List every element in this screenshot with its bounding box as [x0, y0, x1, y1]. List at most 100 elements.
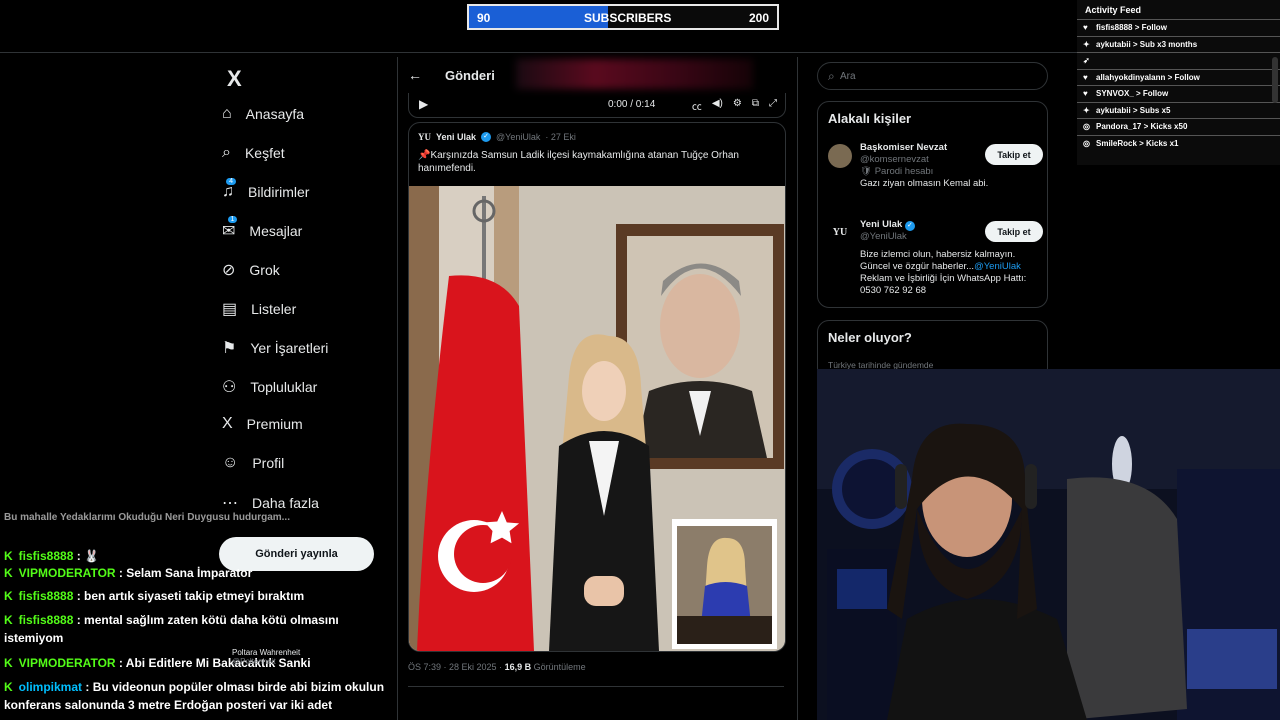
nav-item-label: Grok: [249, 262, 280, 279]
volume-icon[interactable]: ◀): [712, 98, 723, 113]
kick-badge-icon: K: [4, 656, 13, 670]
subscriber-goal: 200: [748, 11, 769, 25]
blurred-video-frame: [516, 59, 753, 89]
heart-icon: ♥: [1083, 23, 1088, 33]
kick-badge-icon: K: [4, 613, 13, 627]
bio-link[interactable]: @YeniUlak: [974, 261, 1021, 272]
chat-separator: :: [73, 613, 85, 627]
nav-item-label: Anasayfa: [245, 106, 305, 122]
rocket-icon: ➶: [1083, 56, 1090, 66]
chat-separator: :: [73, 589, 85, 603]
person-bio-contact: Reklam ve İşbirliği İçin WhatsApp Hattı:…: [860, 273, 1027, 296]
activity-feed-row: ➶: [1077, 52, 1280, 69]
back-arrow-icon[interactable]: ←: [408, 67, 422, 83]
footer-divider: [408, 686, 784, 687]
premium-icon: X: [222, 415, 233, 433]
fullscreen-icon[interactable]: ⤢: [769, 98, 777, 113]
avatar[interactable]: [828, 144, 852, 168]
activity-feed-row: ◎ Pandora_17 > Kicks x50: [1077, 118, 1280, 135]
activity-feed-scrollbar[interactable]: [1272, 57, 1278, 103]
home-icon: ⌂: [222, 105, 232, 122]
chat-message: Kolimpikmat : Bu videonun popüler olması…: [4, 678, 394, 714]
post-timestamp: ÖS 7:39 · 28 Eki 2025 ·: [408, 662, 505, 672]
chat-message: K VIPMODERATOR : Selam Sana İmparator: [4, 564, 394, 582]
play-icon[interactable]: ▶: [419, 97, 428, 111]
captions-icon[interactable]: ㏄: [692, 98, 702, 113]
subscriber-count: 90: [477, 11, 491, 25]
person-name[interactable]: Başkomiser Nevzat: [860, 142, 947, 153]
post-photo[interactable]: [409, 186, 785, 651]
activity-feed: Activity Feed ♥ fisfis8888 > Follow ✦ aykut…: [1077, 0, 1280, 165]
nav-item-mesajlar[interactable]: ✉ 1 Mesajlar: [222, 216, 303, 241]
activity-feed-text: Pandora_17 > Kicks x50: [1096, 122, 1188, 132]
nav-item-bildirimler[interactable]: ♫ 4 Bildirimler: [222, 177, 310, 201]
grok-icon: ⊘: [222, 262, 236, 280]
chat-username[interactable]: fisfis8888: [19, 589, 74, 603]
kick-icon: ◎: [1083, 138, 1090, 148]
post-photo-illustration: [409, 186, 785, 651]
kick-icon: ◎: [1083, 122, 1090, 132]
activity-feed-text: aykutabii > Subs x5: [1096, 105, 1171, 115]
nav-item-label: Yer İşaretleri: [250, 339, 329, 356]
yeni-ulak-logo: YU: [418, 132, 431, 142]
webcam-overlay: [817, 369, 1280, 720]
kick-badge-icon: K: [4, 549, 13, 563]
nav-item-label: Bildirimler: [248, 183, 310, 200]
avatar[interactable]: YU: [828, 221, 852, 245]
quote-author-handle[interactable]: @YeniUlak: [496, 132, 540, 142]
chat-separator: :: [115, 656, 126, 670]
follow-button[interactable]: Takip et: [985, 144, 1043, 165]
chat-text: Selam Sana İmparator: [126, 566, 253, 580]
settings-icon[interactable]: ⚙: [733, 98, 742, 113]
popout-icon[interactable]: ⧉: [752, 98, 759, 113]
communities-icon: ⚇: [222, 378, 237, 396]
search-placeholder: Ara: [840, 71, 856, 82]
activity-feed-row: ♥ SYNVOX_ > Follow: [1077, 85, 1280, 102]
chat-username[interactable]: VIPMODERATOR: [19, 566, 116, 580]
chat-text: ben artık siyaseti takip etmeyi bıraktım: [84, 589, 305, 603]
post-footer: ÖS 7:39 · 28 Eki 2025 · 16,9 B Görüntüle…: [408, 662, 586, 672]
notification-badge: 4: [226, 177, 236, 185]
activity-feed-text: SYNVOX_ > Follow: [1096, 89, 1169, 99]
chat-username[interactable]: VIPMODERATOR: [19, 656, 116, 670]
chat-username[interactable]: fisfis8888: [19, 613, 74, 627]
nav-item-label: Profil: [252, 455, 285, 472]
chat-text: 🐰: [84, 549, 99, 563]
activity-feed-text: aykutabii > Sub x3 months: [1096, 39, 1198, 49]
nav-item-anasayfa[interactable]: ⌂ Anasayfa: [222, 105, 304, 123]
activity-feed-text: allahyokdinyalann > Follow: [1096, 72, 1200, 82]
search-box[interactable]: ⌕ Ara: [817, 62, 1048, 90]
quoted-post[interactable]: YU Yeni Ulak ✓ @YeniUlak · 27 Eki 📌Karşı…: [408, 122, 786, 652]
post-header: ← Gönderi: [398, 57, 795, 93]
relevant-people-title: Alakalı kişiler: [828, 111, 912, 126]
nav-item-topluluklar[interactable]: ⚇ Topluluklar: [222, 377, 317, 397]
subscriber-label: SUBSCRIBERS: [584, 11, 672, 25]
nav-item-profil[interactable]: ☺ Profil: [222, 454, 284, 472]
mini-account[interactable]: Poltara Wahrenheit @Poltenheit: [232, 648, 300, 666]
chat-username[interactable]: olimpikmat: [19, 680, 82, 694]
bell-icon: ♫: [222, 182, 234, 200]
activity-feed-row: ◎ SmileRock > Kicks x1: [1077, 134, 1280, 152]
nav-item-listeler[interactable]: ▤ Listeler: [222, 299, 296, 319]
stream-chat: Bu mahalle Yedaklarımı Okuduğu Neri Duyg…: [4, 512, 399, 720]
chat-username[interactable]: fisfis8888: [19, 549, 74, 563]
person-name[interactable]: Yeni Ulak: [860, 219, 902, 230]
chat-separator: :: [115, 566, 127, 580]
star-icon: ✦: [1083, 39, 1090, 49]
x-logo-icon[interactable]: X: [227, 66, 242, 92]
chat-message: K VIPMODERATOR : Abi Editlere Mi Bakacakt…: [4, 654, 394, 672]
mini-account-name: Poltara Wahrenheit: [232, 648, 301, 657]
person-basakomiser[interactable]: Başkomiser Nevzat @komsernevzat 🛡 Parodi…: [828, 142, 1043, 207]
nav-item-label: Mesajlar: [249, 223, 303, 240]
nav-item-premium[interactable]: X Premium: [222, 415, 303, 433]
person-yeni-ulak[interactable]: YU Yeni Ulak ✓ @YeniUlak Bize izlemci ol…: [828, 219, 1043, 304]
kick-badge-icon: K: [4, 566, 13, 580]
nav-item-keşfet[interactable]: ⌕ Keşfet: [222, 144, 285, 162]
nav-item-yer-i̇şaretleri[interactable]: ⚑ Yer İşaretleri: [222, 338, 328, 358]
post-header-title: Gönderi: [445, 68, 495, 83]
bookmark-icon: ⚑: [222, 339, 237, 357]
nav-item-grok[interactable]: ⊘ Grok: [222, 260, 280, 280]
follow-button[interactable]: Takip et: [985, 221, 1043, 242]
quote-author-name[interactable]: Yeni Ulak: [436, 132, 476, 142]
activity-feed-row: ✦ aykutabii > Subs x5: [1077, 101, 1280, 119]
